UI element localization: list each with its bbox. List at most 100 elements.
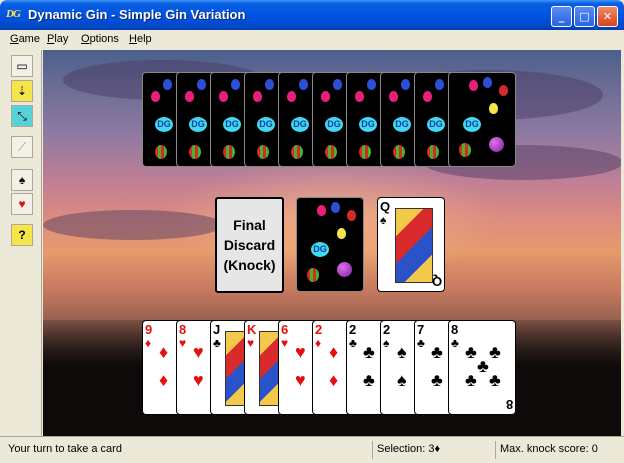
balloon-motif bbox=[401, 79, 410, 90]
suit-icon: ♦ bbox=[315, 336, 322, 350]
balloon-motif bbox=[333, 79, 342, 90]
suit-pip: ♣ bbox=[489, 342, 501, 362]
dg-badge: DG bbox=[325, 117, 343, 132]
balloon-motif bbox=[435, 79, 444, 90]
window-title: Dynamic Gin - Simple Gin Variation bbox=[28, 7, 246, 22]
stripe-motif bbox=[325, 145, 337, 159]
menu-bar: Game Play Options Help bbox=[0, 30, 624, 50]
stripe-motif bbox=[307, 268, 319, 282]
stock-card[interactable]: DG bbox=[296, 197, 364, 292]
spade-icon: ♠ bbox=[380, 213, 387, 227]
deal-icon: ▭ bbox=[16, 59, 28, 73]
opponent-card: DG bbox=[448, 72, 516, 167]
stripe-motif bbox=[155, 145, 167, 159]
purple-motif bbox=[489, 137, 504, 152]
stripe-motif bbox=[223, 145, 235, 159]
suit-icon: ♣ bbox=[349, 336, 357, 350]
minimize-button[interactable]: _ bbox=[551, 6, 572, 27]
suit-pip: ♦ bbox=[159, 370, 169, 390]
suit-icon: ♥ bbox=[179, 336, 187, 350]
title-bar[interactable]: DG Dynamic Gin - Simple Gin Variation _ … bbox=[0, 0, 624, 30]
balloon-motif bbox=[337, 228, 346, 239]
dg-badge: DG bbox=[223, 117, 241, 132]
suit-pip: ♦ bbox=[329, 342, 339, 362]
close-button[interactable]: ✕ bbox=[597, 6, 618, 27]
card-rank: J bbox=[213, 322, 221, 337]
balloon-motif bbox=[197, 79, 206, 90]
disabled-tool-button[interactable]: ⟋ bbox=[11, 136, 33, 158]
balloon-motif bbox=[489, 103, 498, 114]
menu-options[interactable]: Options bbox=[81, 33, 119, 45]
balloon-motif bbox=[355, 91, 364, 102]
maximize-button[interactable]: □ bbox=[574, 6, 595, 27]
selection-status: Selection: 3♦ bbox=[372, 441, 444, 459]
suit-pip: ♥ bbox=[193, 370, 204, 390]
stripe-motif bbox=[291, 145, 303, 159]
help-button[interactable]: ? bbox=[11, 224, 33, 246]
card-rank-bottom: Q bbox=[431, 274, 442, 289]
status-message: Your turn to take a card bbox=[8, 443, 122, 455]
suit-pip: ♥ bbox=[295, 370, 306, 390]
balloon-motif bbox=[499, 85, 508, 96]
final-discard-knock-target[interactable]: Final Discard (Knock) bbox=[215, 197, 284, 293]
dg-badge: DG bbox=[427, 117, 445, 132]
suit-icon: ♦ bbox=[145, 336, 152, 350]
sort-button[interactable]: ⇣ bbox=[11, 80, 33, 102]
stripe-motif bbox=[359, 145, 371, 159]
card-rank: 2 bbox=[383, 322, 391, 337]
card-rank: Q bbox=[380, 199, 391, 214]
cards-spade-button[interactable]: ♠ bbox=[11, 169, 33, 191]
suit-pip: ♦ bbox=[329, 370, 339, 390]
balloon-motif bbox=[253, 91, 262, 102]
stripe-motif bbox=[257, 145, 269, 159]
suit-pip: ♣ bbox=[363, 342, 375, 362]
hint-icon: ⤡ bbox=[17, 108, 27, 123]
knock-score-status: Max. knock score: 0 bbox=[495, 441, 602, 459]
cards-heart-button[interactable]: ♥ bbox=[11, 193, 33, 215]
balloon-motif bbox=[219, 91, 228, 102]
stripe-motif bbox=[393, 145, 405, 159]
hint-button[interactable]: ⤡ bbox=[11, 105, 33, 127]
game-table: DG DG DG DG DG DG DG DG DG DG Final Discard (Knoc… bbox=[43, 50, 621, 436]
balloon-motif bbox=[423, 91, 432, 102]
status-bar: Your turn to take a card Selection: 3♦ M… bbox=[0, 436, 624, 463]
suit-pip: ♣ bbox=[431, 342, 443, 362]
suit-pip: ♣ bbox=[477, 356, 489, 376]
dg-badge: DG bbox=[393, 117, 411, 132]
balloon-motif bbox=[231, 79, 240, 90]
card-rank: 8 bbox=[179, 322, 187, 337]
dg-badge: DG bbox=[463, 117, 481, 132]
dg-badge: DG bbox=[189, 117, 207, 132]
player-card[interactable]: 8 ♣ ♣ ♣ ♣ ♣ ♣ 8 bbox=[448, 320, 516, 415]
discard-pile-card[interactable]: Q ♠ Q bbox=[377, 197, 445, 292]
menu-help[interactable]: Help bbox=[129, 33, 152, 45]
deal-button[interactable]: ▭ bbox=[11, 55, 33, 77]
queen-court-figure bbox=[395, 208, 433, 283]
balloon-motif bbox=[483, 77, 492, 88]
card-rank: 2 bbox=[315, 322, 323, 337]
card-rank: 7 bbox=[417, 322, 425, 337]
stripe-motif bbox=[189, 145, 201, 159]
stripe-motif bbox=[459, 143, 471, 157]
purple-motif bbox=[337, 262, 352, 277]
balloon-motif bbox=[347, 210, 356, 221]
stripe-motif bbox=[427, 145, 439, 159]
menu-game[interactable]: Game bbox=[10, 33, 40, 45]
suit-icon: ♠ bbox=[383, 336, 390, 350]
suit-pip: ♣ bbox=[465, 342, 477, 362]
toolbar: ▭ ⇣ ⤡ ⟋ ♠ ♥ ? bbox=[0, 50, 42, 436]
suit-pip: ♠ bbox=[397, 342, 407, 362]
card-rank-bottom: 8 bbox=[505, 397, 513, 412]
suit-icon: ♣ bbox=[417, 336, 425, 350]
balloon-motif bbox=[151, 91, 160, 102]
balloon-motif bbox=[389, 91, 398, 102]
dg-badge: DG bbox=[257, 117, 275, 132]
balloon-motif bbox=[321, 91, 330, 102]
disabled-tool-icon: ⟋ bbox=[17, 139, 27, 154]
menu-play[interactable]: Play bbox=[47, 33, 68, 45]
dg-badge: DG bbox=[291, 117, 309, 132]
balloon-motif bbox=[299, 79, 308, 90]
balloon-motif bbox=[331, 202, 340, 213]
dg-badge: DG bbox=[155, 117, 173, 132]
cards-heart-icon: ♥ bbox=[18, 197, 26, 211]
